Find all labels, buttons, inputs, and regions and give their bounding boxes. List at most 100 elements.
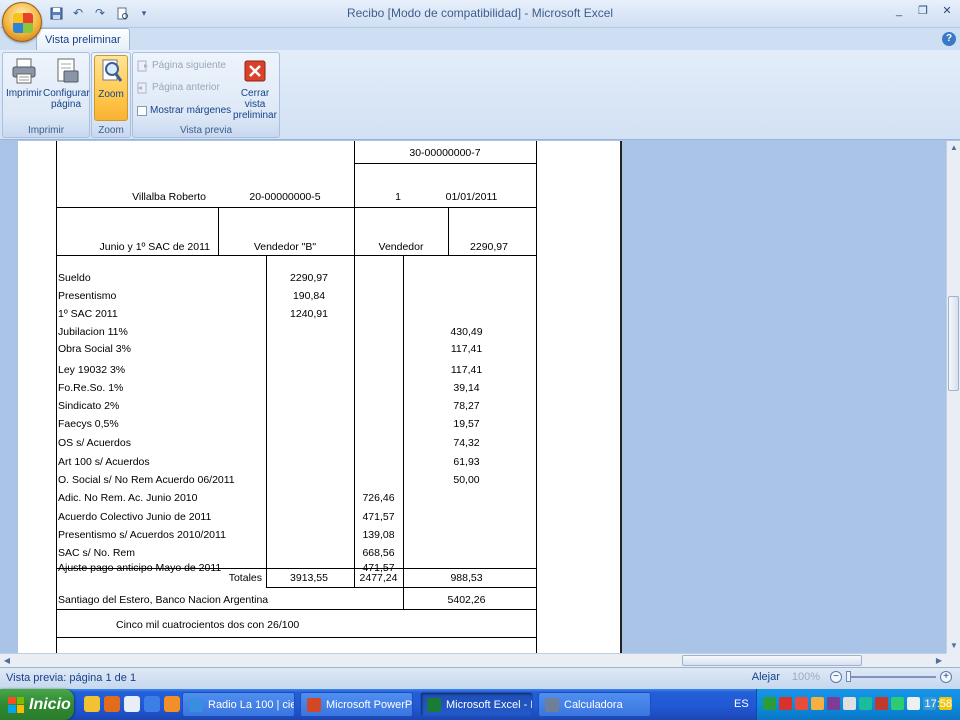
close-preview-button[interactable]: Cerrar vista preliminar [231, 57, 279, 121]
show-margins-check[interactable] [137, 106, 147, 116]
tray-media-icon[interactable] [875, 697, 888, 710]
zoom-slider-knob[interactable] [846, 671, 851, 682]
item-deducciones: 117,41 [450, 343, 483, 355]
item-concept: Faecys 0,5% [58, 418, 119, 430]
zoom-in-icon[interactable]: + [940, 671, 952, 683]
preview-page: 30-00000000-7 Villalba Roberto 20-00000000… [18, 141, 622, 653]
tab-vista-preliminar[interactable]: Vista preliminar [36, 28, 130, 50]
zoom-button-label: Zoom [98, 89, 124, 100]
payment-rule [56, 609, 536, 610]
close-preview-label-1: Cerrar vista [240, 88, 270, 110]
prev-page-label: Página anterior [152, 82, 220, 93]
group-vista-previa-label: Vista previa [179, 125, 233, 136]
item-concept: Adic. No Rem. Ac. Junio 2010 [58, 492, 198, 504]
office-logo-icon [13, 13, 33, 33]
tray-volume-icon[interactable] [843, 697, 856, 710]
tray-app-icon[interactable] [827, 697, 840, 710]
column-rule [448, 207, 449, 255]
scroll-down-icon[interactable]: ▼ [948, 640, 960, 652]
horizontal-scrollbar[interactable]: ◀ ▶ [0, 653, 946, 667]
page-setup-label-1: Configurar [43, 88, 90, 99]
tray-display-icon[interactable] [907, 697, 920, 710]
item-deducciones: 61,93 [453, 456, 480, 468]
item-concept: Sindicato 2% [58, 400, 120, 412]
start-label: Inicio [29, 695, 71, 713]
minimize-button[interactable]: _ [892, 4, 906, 18]
tray-shield-icon[interactable] [763, 697, 776, 710]
net-amount: 5402,26 [447, 594, 486, 606]
quicklaunch-desktop-icon[interactable] [124, 696, 140, 712]
page-setup-button[interactable]: Configurar página [43, 57, 90, 110]
zoom-control: Alejar 100% − + [752, 671, 952, 683]
taskbar-task[interactable]: Microsoft PowerPoint ... [300, 692, 413, 717]
totals-rule [266, 587, 536, 588]
taskbar-task[interactable]: Radio La 100 | cienra... [182, 692, 295, 717]
show-margins-label: Mostrar márgenes [150, 105, 232, 116]
tray-alert-icon[interactable] [795, 697, 808, 710]
item-concept: Presentismo s/ Acuerdos 2010/2011 [58, 529, 226, 541]
employee-start-date: 01/01/2011 [445, 191, 498, 203]
right-border [536, 141, 537, 653]
next-page-icon [137, 60, 148, 72]
total-deducciones: 988,53 [450, 572, 483, 584]
help-icon[interactable]: ? [942, 32, 956, 46]
scroll-left-icon[interactable]: ◀ [1, 655, 13, 667]
clock: 17:58 [924, 698, 952, 710]
taskbar-task[interactable]: Microsoft Excel - Reci... [420, 692, 533, 717]
column-rule [354, 163, 355, 207]
item-haberes: 2290,97 [290, 272, 328, 284]
zoom-out-icon[interactable]: − [830, 671, 842, 683]
group-zoom-label: Zoom [98, 125, 124, 136]
total-no-rem: 2477,24 [359, 572, 398, 584]
zoom-button[interactable]: Zoom [94, 55, 128, 121]
quicklaunch-media-icon[interactable] [164, 696, 180, 712]
totals-label: Totales [228, 572, 262, 584]
quicklaunch-ie-icon[interactable] [144, 696, 160, 712]
vertical-scrollbar[interactable]: ▲ ▼ [946, 141, 960, 653]
left-border [56, 141, 57, 653]
restore-button[interactable]: ❐ [916, 4, 930, 18]
quicklaunch-firefox-icon[interactable] [104, 696, 120, 712]
tray-network-icon[interactable] [811, 697, 824, 710]
next-page-button[interactable]: Página siguiente [137, 57, 226, 75]
status-bar: Vista previa: página 1 de 1 Alejar 100% … [0, 667, 960, 689]
item-no-rem: 726,46 [362, 492, 395, 504]
scroll-right-icon[interactable]: ▶ [933, 655, 945, 667]
zoom-level[interactable]: 100% [792, 671, 820, 683]
item-concept: Fo.Re.So. 1% [58, 382, 124, 394]
quicklaunch-app-icon[interactable] [84, 696, 100, 712]
office-button[interactable] [2, 2, 42, 42]
language-indicator[interactable]: ES [734, 698, 749, 710]
ribbon-tab-row: Vista preliminar ? [0, 28, 960, 50]
item-deducciones: 19,57 [453, 418, 480, 430]
title-bar: ↶ ↷ ▾ Recibo [Modo de compatibilidad] - … [0, 0, 960, 28]
close-preview-icon [241, 57, 269, 85]
zoom-slider[interactable] [846, 671, 936, 682]
tray-antivirus-icon[interactable] [779, 697, 792, 710]
item-concept: OS s/ Acuerdos [58, 437, 131, 449]
print-button[interactable]: Imprimir [5, 57, 43, 99]
item-concept: Art 100 s/ Acuerdos [58, 456, 150, 468]
vertical-scroll-thumb[interactable] [948, 296, 959, 391]
tray-sync-icon[interactable] [891, 697, 904, 710]
next-page-label: Página siguiente [152, 60, 226, 71]
item-deducciones: 117,41 [450, 364, 483, 376]
column-rule [354, 255, 355, 587]
show-margins-checkbox[interactable]: Mostrar márgenes [137, 102, 231, 120]
start-button[interactable]: Inicio [0, 689, 74, 720]
payment-place-bank: Santiago del Estero, Banco Nacion Argent… [58, 594, 269, 606]
quick-launch [84, 696, 180, 712]
close-button[interactable]: ✕ [940, 4, 954, 18]
scroll-up-icon[interactable]: ▲ [948, 142, 960, 154]
magnifier-icon [97, 58, 125, 86]
windows-logo-icon [8, 696, 24, 713]
item-no-rem: 668,56 [362, 547, 395, 559]
group-imprimir-label: Imprimir [27, 125, 65, 136]
prev-page-button[interactable]: Página anterior [137, 79, 220, 97]
taskbar-task[interactable]: Calculadora [538, 692, 651, 717]
base-salary: 2290,97 [470, 241, 508, 253]
print-preview-area: 30-00000000-7 Villalba Roberto 20-00000000… [0, 141, 946, 653]
amount-in-words: Cinco mil cuatrocientos dos con 26/100 [116, 619, 300, 631]
horizontal-scroll-thumb[interactable] [682, 655, 862, 666]
tray-update-icon[interactable] [859, 697, 872, 710]
